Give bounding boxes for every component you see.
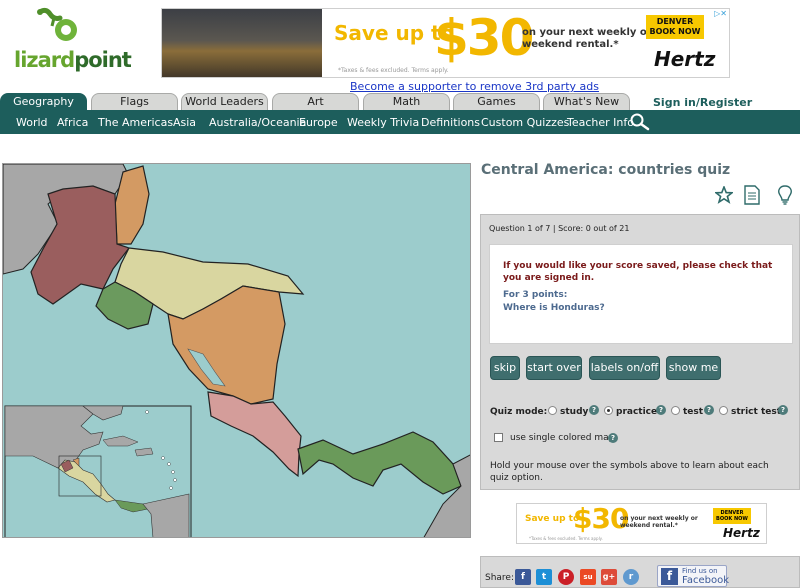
hover-help-text: Hold your mouse over the symbols above t…: [490, 460, 790, 484]
quiz-title: Central America: countries quiz: [481, 162, 731, 178]
quiz-map[interactable]: [2, 163, 471, 538]
tab-world-leaders[interactable]: World Leaders: [181, 93, 268, 110]
single-color-help-icon[interactable]: ?: [608, 433, 618, 443]
start-over-button[interactable]: start over: [526, 356, 582, 380]
nav-weekly-trivia[interactable]: Weekly Trivia: [347, 116, 419, 129]
ad-amount: $30: [434, 9, 534, 67]
find-us-on-facebook[interactable]: f Find us on Facebook: [657, 565, 729, 587]
search-icon[interactable]: [629, 113, 651, 131]
supporter-link[interactable]: Become a supporter to remove 3rd party a…: [350, 80, 599, 93]
mode-test-radio[interactable]: [671, 406, 680, 415]
map-panama[interactable]: [297, 431, 462, 495]
tab-whats-new[interactable]: What's New: [543, 93, 630, 110]
bottom-ad-save-text: Save up to: [525, 514, 580, 524]
quiz-mode-row: Quiz mode: study ? practice ? test ? str…: [490, 405, 800, 421]
tab-games[interactable]: Games: [453, 93, 540, 110]
nav-africa[interactable]: Africa: [57, 116, 88, 129]
top-advertisement[interactable]: Save up to $30 on your next weekly or we…: [161, 8, 730, 78]
mode-strict-test-label[interactable]: strict test: [731, 407, 781, 417]
mode-test-label[interactable]: test: [683, 407, 703, 417]
star-icon[interactable]: [715, 186, 733, 204]
nav-definitions[interactable]: Definitions: [421, 116, 480, 129]
fb-find-line2: Facebook: [682, 575, 729, 586]
facebook-icon[interactable]: f: [515, 569, 531, 585]
single-color-checkbox[interactable]: [494, 433, 503, 442]
tab-art[interactable]: Art: [272, 93, 359, 110]
mode-strict-test-radio[interactable]: [719, 406, 728, 415]
mode-study-label[interactable]: study: [560, 407, 588, 417]
ad-brand: Hertz: [654, 47, 716, 71]
reddit-icon[interactable]: r: [623, 569, 639, 585]
document-icon[interactable]: [743, 185, 761, 205]
bottom-ad-fees: *Taxes & fees excluded. Terms apply.: [529, 536, 603, 541]
nav-australia-oceania[interactable]: Australia/Oceania: [209, 116, 306, 129]
nav-teacher-info[interactable]: Teacher Info: [567, 116, 634, 129]
nav-the-americas[interactable]: The Americas: [98, 116, 173, 129]
bottom-ad-description: on your next weekly or weekend rental.*: [620, 515, 698, 529]
quiz-status: Question 1 of 7 | Score: 0 out of 21: [489, 224, 630, 233]
ad-choices-icon[interactable]: ▷✕: [714, 9, 727, 18]
question-box: If you would like your score saved, plea…: [489, 244, 793, 344]
ad-book-now-button[interactable]: DENVER BOOK NOW: [646, 15, 704, 39]
save-score-note: If you would like your score saved, plea…: [503, 261, 773, 283]
logo-wordmark: lizardpoint: [14, 48, 132, 72]
ad-description: on your next weekly or weekend rental.*: [522, 27, 652, 50]
tab-math[interactable]: Math: [363, 93, 450, 110]
tab-flags[interactable]: Flags: [91, 93, 178, 110]
bottom-ad-book-now-button[interactable]: DENVER BOOK NOW: [713, 508, 751, 524]
tab-geography[interactable]: Geography: [0, 93, 87, 110]
share-label: Share:: [485, 573, 515, 583]
googleplus-icon[interactable]: g+: [601, 569, 617, 585]
fb-find-line1: Find us on: [682, 567, 718, 575]
nav-custom-quizzes[interactable]: Custom Quizzes: [481, 116, 569, 129]
mode-study-radio[interactable]: [548, 406, 557, 415]
bottom-ad-brand: Hertz: [723, 526, 760, 540]
study-help-icon[interactable]: ?: [589, 405, 599, 415]
test-help-icon[interactable]: ?: [704, 405, 714, 415]
labels-toggle-button[interactable]: labels on/off: [589, 356, 660, 380]
mode-practice-label[interactable]: practice: [616, 407, 657, 417]
show-me-button[interactable]: show me: [666, 356, 721, 380]
share-bar: Share: f t P su g+ r f Find us on Facebo…: [480, 556, 800, 588]
points-label: For 3 points:: [503, 290, 568, 300]
nav-asia[interactable]: Asia: [173, 116, 196, 129]
strict-test-help-icon[interactable]: ?: [778, 405, 788, 415]
facebook-logo-icon: f: [661, 568, 678, 585]
central-america-map[interactable]: [3, 164, 471, 538]
hover-help-body: Hold your mouse over the symbols above t…: [490, 461, 769, 483]
map-costa-rica[interactable]: [207, 391, 302, 478]
ad-fees: *Taxes & fees excluded. Terms apply.: [338, 67, 449, 74]
bottom-advertisement[interactable]: Save up to $30 on your next weekly or we…: [516, 503, 767, 544]
pinterest-icon[interactable]: P: [558, 569, 574, 585]
nav-europe[interactable]: Europe: [299, 116, 338, 129]
skip-button[interactable]: skip: [490, 356, 520, 380]
ad-city-photo: [162, 9, 322, 77]
practice-help-icon[interactable]: ?: [656, 405, 666, 415]
quiz-panel: Question 1 of 7 | Score: 0 out of 21 If …: [480, 214, 800, 490]
nav-world[interactable]: World: [16, 116, 48, 129]
quiz-mode-label: Quiz mode:: [490, 407, 548, 417]
lightbulb-icon[interactable]: [776, 185, 794, 205]
lizardpoint-logo[interactable]: lizardpoint: [14, 6, 132, 72]
twitter-icon[interactable]: t: [536, 569, 552, 585]
mode-practice-radio[interactable]: [604, 406, 613, 415]
sub-nav: World Africa The Americas Asia Australia…: [0, 110, 800, 134]
stumbleupon-icon[interactable]: su: [580, 569, 596, 585]
signin-link[interactable]: Sign in/Register: [653, 96, 752, 109]
lizard-icon: [37, 7, 77, 41]
question-text: Where is Honduras?: [503, 303, 605, 313]
inset-locator-map: [4, 405, 192, 537]
single-color-label[interactable]: use single colored map: [510, 433, 614, 443]
